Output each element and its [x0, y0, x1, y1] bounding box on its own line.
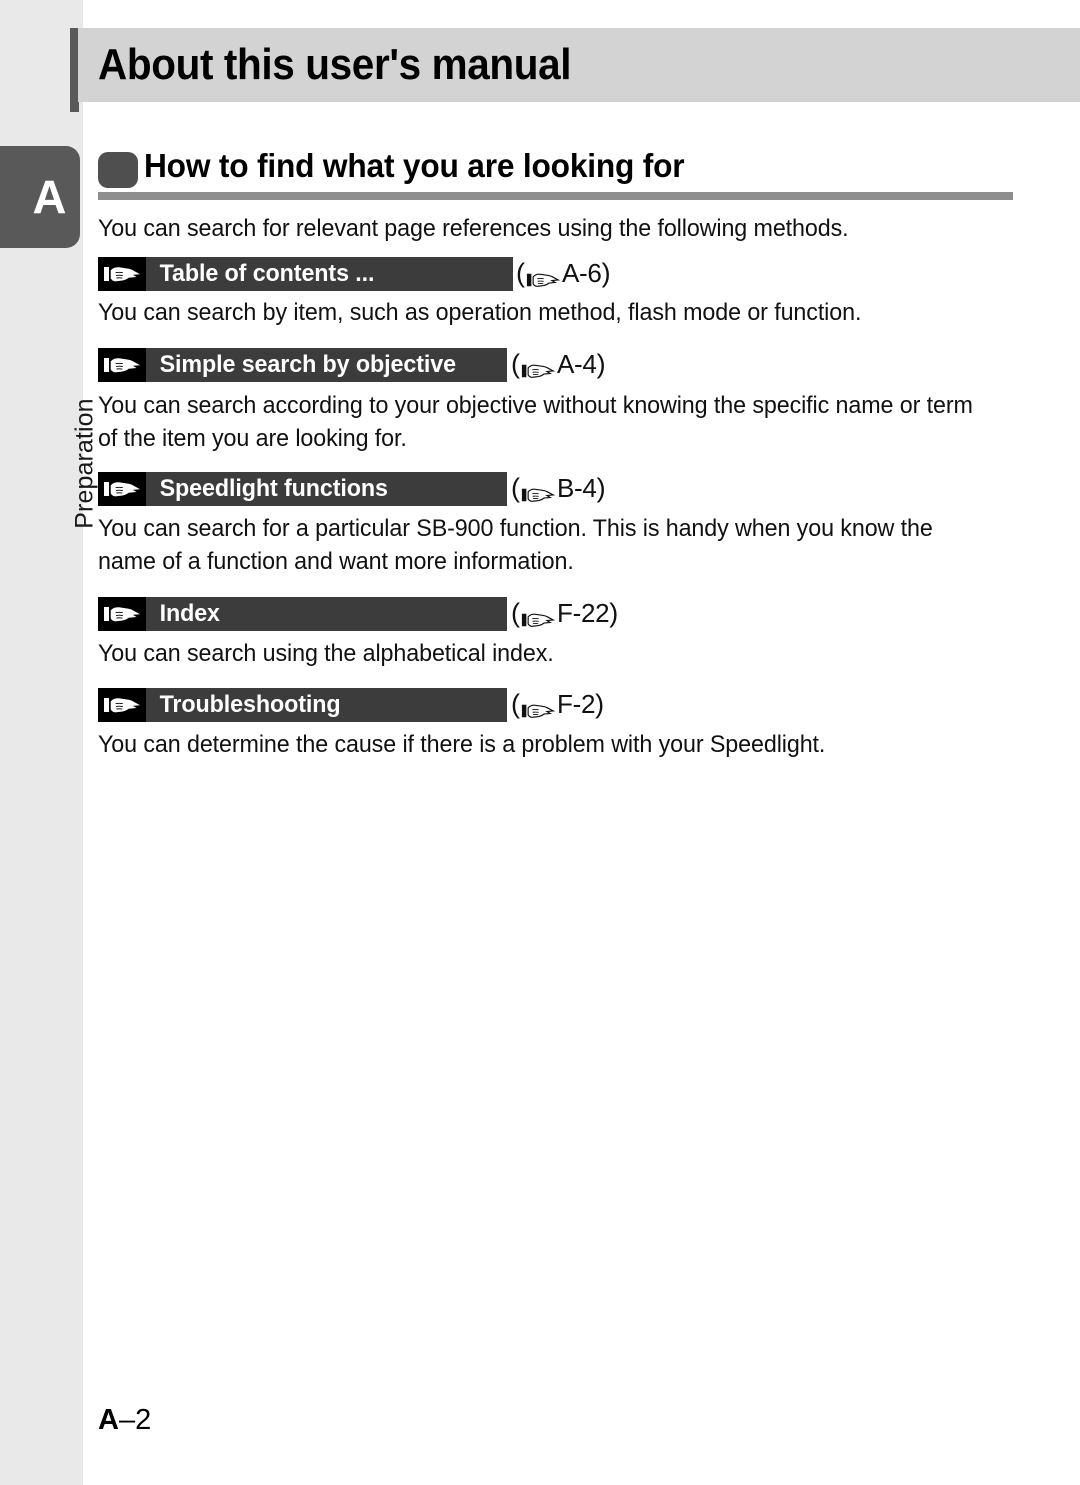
- search-method-reference: ( B-4 ): [511, 471, 606, 505]
- reference-close-paren: ): [595, 689, 605, 719]
- reference-close-paren: ): [596, 473, 606, 503]
- pointing-hand-glyph: [521, 364, 556, 378]
- reference-open-paren: (: [511, 598, 520, 628]
- search-method-label: Troubleshooting: [159, 691, 341, 718]
- section-divider: [98, 192, 1013, 200]
- chapter-tab-letter: A: [32, 170, 67, 224]
- page-number-value: 2: [135, 1404, 152, 1436]
- page-title: About this user's manual: [98, 40, 572, 89]
- search-method-bar[interactable]: Table of contents ...: [98, 257, 513, 291]
- chapter-tab-a[interactable]: A: [0, 146, 80, 248]
- reference-page-code: A-4: [557, 349, 597, 379]
- chapter-name-vertical: Preparation: [0, 268, 98, 528]
- pointing-hand-glyph: [104, 698, 141, 713]
- chapter-sidebar: A Preparation: [0, 0, 98, 1485]
- reference-page-code: F-2: [557, 689, 596, 719]
- search-method-reference: ( F-2 ): [511, 687, 604, 721]
- search-method-description: You can search using the alphabetical in…: [98, 640, 554, 667]
- search-method-reference: ( A-4 ): [511, 347, 606, 381]
- manual-page: A Preparation About this user's manual H…: [0, 0, 1080, 1485]
- page-number-letter: A: [98, 1404, 119, 1436]
- reference-close-paren: ): [609, 598, 619, 628]
- pointing-hand-icon: [98, 688, 146, 722]
- search-method-description: You can search according to your objecti…: [98, 392, 973, 452]
- pointing-hand-icon: [521, 695, 556, 718]
- reference-page-code: B-4: [557, 473, 597, 503]
- reference-open-paren: (: [511, 473, 520, 503]
- chapter-name-label: Preparation: [70, 398, 98, 529]
- reference-page-code: F-22: [557, 598, 610, 628]
- pointing-hand-glyph: [521, 704, 556, 718]
- reference-open-paren: (: [511, 689, 520, 719]
- search-method-label: Speedlight functions: [159, 475, 388, 502]
- search-method-bar[interactable]: Troubleshooting: [98, 688, 507, 722]
- pointing-hand-icon: [521, 479, 556, 502]
- reference-open-paren: (: [516, 258, 525, 288]
- reference-close-paren: ): [601, 258, 611, 288]
- page-number-dash: –: [118, 1404, 136, 1436]
- pointing-hand-glyph: [104, 607, 141, 622]
- search-method-label: Index: [159, 600, 220, 627]
- search-method-reference: ( F-22 ): [511, 596, 618, 630]
- pointing-hand-icon: [98, 348, 146, 382]
- reference-open-paren: (: [511, 349, 520, 379]
- pointing-hand-icon: [98, 597, 146, 631]
- pointing-hand-icon: [98, 472, 146, 506]
- search-method-label: Table of contents ...: [159, 260, 375, 287]
- search-method-bar[interactable]: Speedlight functions: [98, 472, 507, 506]
- reference-close-paren: ): [596, 349, 606, 379]
- section-intro-text: You can search for relevant page referen…: [98, 215, 849, 242]
- pointing-hand-glyph: [521, 488, 556, 502]
- pointing-hand-icon: [98, 257, 146, 291]
- search-method-description: You can search by item, such as operatio…: [98, 299, 862, 326]
- section-heading: How to find what you are looking for: [98, 147, 1013, 192]
- reference-page-code: A-6: [562, 258, 602, 288]
- pointing-hand-glyph: [104, 482, 141, 497]
- pointing-hand-glyph: [104, 267, 141, 282]
- pointing-hand-icon: [526, 264, 561, 287]
- pointing-hand-icon: [521, 604, 556, 627]
- search-method-label: Simple search by objective: [159, 351, 456, 378]
- search-method-bar[interactable]: Simple search by objective: [98, 348, 507, 382]
- pointing-hand-glyph: [521, 613, 556, 627]
- search-method-reference: ( A-6 ): [516, 256, 611, 290]
- search-method-description: You can search for a particular SB-900 f…: [98, 515, 933, 575]
- section-bullet-icon: [98, 152, 138, 188]
- pointing-hand-icon: [521, 355, 556, 378]
- page-number: A–2: [98, 1404, 151, 1437]
- section-heading-label: How to find what you are looking for: [144, 147, 685, 184]
- pointing-hand-glyph: [526, 273, 561, 287]
- search-method-bar[interactable]: Index: [98, 597, 507, 631]
- search-method-description: You can determine the cause if there is …: [98, 731, 826, 758]
- title-band: About this user's manual: [78, 28, 1080, 102]
- pointing-hand-glyph: [104, 358, 141, 373]
